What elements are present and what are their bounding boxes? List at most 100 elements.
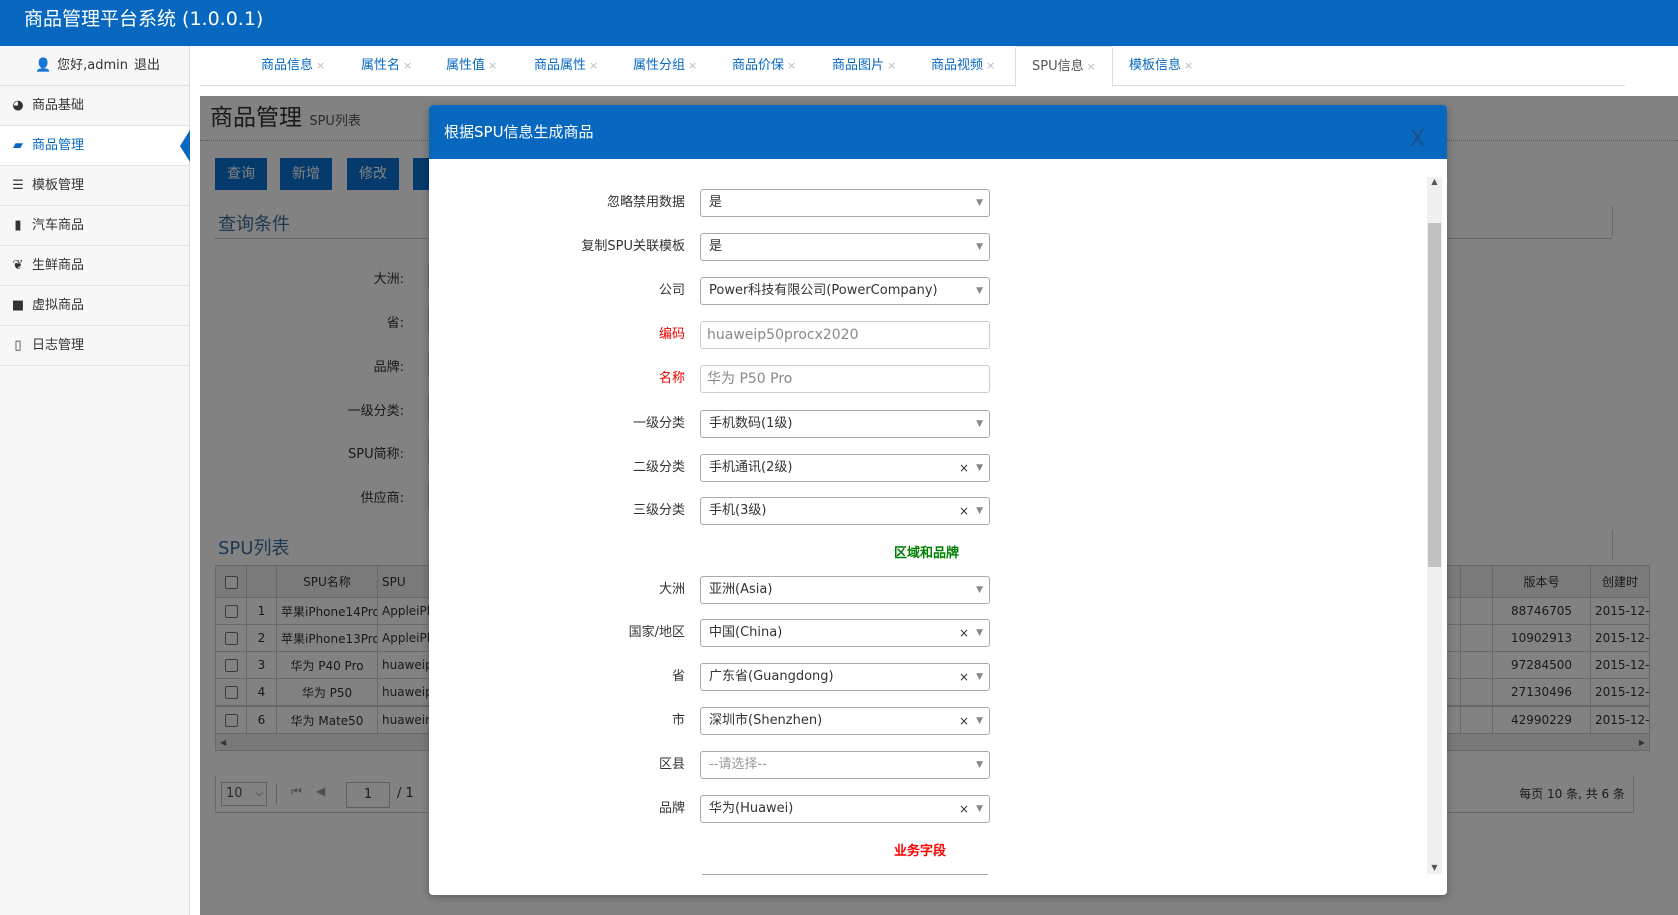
tab-6[interactable]: 商品图片 × [832, 46, 896, 86]
field-select[interactable]: 手机数码(1级) ▼ [700, 410, 990, 438]
leaf-icon: ❦ [12, 258, 24, 273]
tab-bar: 商品信息 × 属性名 × 属性值 × 商品属性 × 属性分组 × 商品价保 × 商品图片 × 商品视频 × SP… [200, 46, 1625, 87]
form-row: 区县 --请选择-- ▼ [429, 751, 1429, 779]
field-label: 复制SPU关联模板 [581, 239, 685, 254]
tab-close-icon[interactable]: × [589, 59, 598, 72]
dashboard-icon: ◕ [12, 98, 24, 113]
tab-5[interactable]: 商品价保 × [732, 46, 796, 86]
field-select[interactable]: 手机(3级) × ▼ [700, 497, 990, 525]
sidebar-item-6[interactable]: ▯ 日志管理 [0, 326, 189, 366]
field-select[interactable]: 中国(China) × ▼ [700, 619, 990, 647]
tab-0[interactable]: 商品信息 × [261, 46, 325, 86]
tab-label: 商品图片 [832, 58, 885, 73]
tab-close-icon[interactable]: × [688, 59, 697, 72]
field-label: 忽略禁用数据 [606, 195, 685, 210]
app-header: 商品管理平台系统 (1.0.0.1) [0, 0, 1678, 46]
tab-close-icon[interactable]: × [1087, 60, 1096, 73]
field-label: 区县 [658, 757, 685, 772]
video-camera-icon: ■ [11, 298, 25, 313]
logout-link[interactable]: 退出 [134, 58, 160, 73]
dropdown-arrow-icon: ▼ [976, 198, 983, 208]
clear-icon[interactable]: × [959, 620, 969, 646]
sidebar-item-0[interactable]: ◕ 商品基础 [0, 86, 189, 126]
dropdown-arrow-icon: ▼ [976, 804, 983, 814]
form-row: 品牌 华为(Huawei) × ▼ [429, 795, 1429, 823]
sidebar-item-2[interactable]: ☰ 模板管理 [0, 166, 189, 206]
sidebar: 👤 您好,admin 退出 ◕ 商品基础 ▰ 商品管理 ☰ 模板管理 ▮ 汽车商品 ❦ 生鲜商品 ■ 虚拟… [0, 46, 190, 915]
field-input[interactable]: 华为 P50 Pro [700, 365, 990, 393]
tab-7[interactable]: 商品视频 × [931, 46, 995, 86]
sidebar-item-5[interactable]: ■ 虚拟商品 [0, 286, 189, 326]
sidebar-item-label: 商品管理 [32, 138, 85, 153]
field-label: 品牌 [658, 801, 685, 816]
bookmark-icon: ▮ [14, 218, 22, 233]
dropdown-arrow-icon: ▼ [976, 628, 983, 638]
tab-label: 商品属性 [534, 58, 587, 73]
field-select[interactable]: --请选择-- ▼ [700, 751, 990, 779]
clear-icon[interactable]: × [959, 664, 969, 690]
form-row: 复制SPU关联模板是 ▼ [429, 233, 1429, 261]
field-label: 二级分类 [632, 460, 685, 475]
form-row: 大洲 亚洲(Asia) ▼ [429, 576, 1429, 604]
tab-3[interactable]: 商品属性 × [534, 46, 598, 86]
tab-close-icon[interactable]: × [986, 59, 995, 72]
tab-4[interactable]: 属性分组 × [633, 46, 697, 86]
field-label: 公司 [658, 283, 685, 298]
clear-icon[interactable]: × [959, 498, 969, 524]
dropdown-arrow-icon: ▼ [976, 242, 983, 252]
user-bar: 👤 您好,admin 退出 [0, 46, 189, 86]
tab-label: 商品信息 [261, 58, 314, 73]
field-select[interactable]: 是 ▼ [700, 189, 990, 217]
field-label: 市 [671, 713, 685, 728]
tab-label: 商品价保 [732, 58, 785, 73]
field-select[interactable]: 是 ▼ [700, 233, 990, 261]
tab-close-icon[interactable]: × [403, 59, 412, 72]
field-select[interactable]: Power科技有限公司(PowerCompany) ▼ [700, 277, 990, 305]
dropdown-arrow-icon: ▼ [976, 419, 983, 429]
tab-label: SPU信息 [1032, 59, 1084, 74]
field-input[interactable]: huaweip50procx2020 [700, 321, 990, 349]
field-select[interactable]: 广东省(Guangdong) × ▼ [700, 663, 990, 691]
tab-close-icon[interactable]: × [887, 59, 896, 72]
field-select[interactable]: 深圳市(Shenzhen) × ▼ [700, 707, 990, 735]
tab-close-icon[interactable]: × [787, 59, 796, 72]
field-select[interactable]: 手机通讯(2级) × ▼ [700, 454, 990, 482]
tab-2[interactable]: 属性值 × [446, 46, 497, 86]
tab-1[interactable]: 属性名 × [361, 46, 412, 86]
field-label: 省 [671, 669, 685, 684]
section-region-brand: 区域和品牌 [894, 546, 960, 561]
sidebar-item-4[interactable]: ❦ 生鲜商品 [0, 246, 189, 286]
generate-product-dialog: 根据SPU信息生成商品 X 忽略禁用数据是 ▼ 复制SPU关联模板是 ▼ 公司 Power科… [429, 105, 1447, 895]
tab-label: 属性分组 [633, 58, 686, 73]
tab-close-icon[interactable]: × [488, 59, 497, 72]
clear-icon[interactable]: × [959, 455, 969, 481]
field-select[interactable]: 华为(Huawei) × ▼ [700, 795, 990, 823]
sidebar-item-1[interactable]: ▰ 商品管理 [0, 126, 190, 166]
field-label: 编码 [658, 327, 685, 342]
dropdown-arrow-icon: ▼ [976, 716, 983, 726]
list-icon: ☰ [12, 178, 24, 193]
sidebar-item-label: 汽车商品 [32, 218, 85, 233]
tab-close-icon[interactable]: × [316, 59, 325, 72]
close-icon[interactable]: X [1410, 113, 1425, 167]
clear-icon[interactable]: × [959, 796, 969, 822]
dialog-scrollbar[interactable]: ▲ ▼ [1427, 177, 1442, 874]
dialog-title: 根据SPU信息生成商品 [444, 123, 594, 141]
tab-close-icon[interactable]: × [1184, 59, 1193, 72]
app-title: 商品管理平台系统 (1.0.0.1) [24, 8, 264, 30]
field-select[interactable]: 亚洲(Asia) ▼ [700, 576, 990, 604]
tab-8[interactable]: SPU信息 × [1015, 46, 1113, 87]
dropdown-arrow-icon: ▼ [976, 506, 983, 516]
form-row: 三级分类 手机(3级) × ▼ [429, 497, 1429, 525]
tab-label: 商品视频 [931, 58, 984, 73]
sidebar-item-3[interactable]: ▮ 汽车商品 [0, 206, 189, 246]
user-icon: 👤 [34, 58, 52, 73]
field-label: 三级分类 [632, 503, 685, 518]
tab-9[interactable]: 模板信息 × [1129, 46, 1193, 86]
dropdown-arrow-icon: ▼ [976, 585, 983, 595]
section-business-fields: 业务字段 [894, 844, 947, 859]
form-row: 二级分类 手机通讯(2级) × ▼ [429, 454, 1429, 482]
clear-icon[interactable]: × [959, 708, 969, 734]
tab-label: 模板信息 [1129, 58, 1182, 73]
sidebar-item-label: 日志管理 [32, 338, 85, 353]
